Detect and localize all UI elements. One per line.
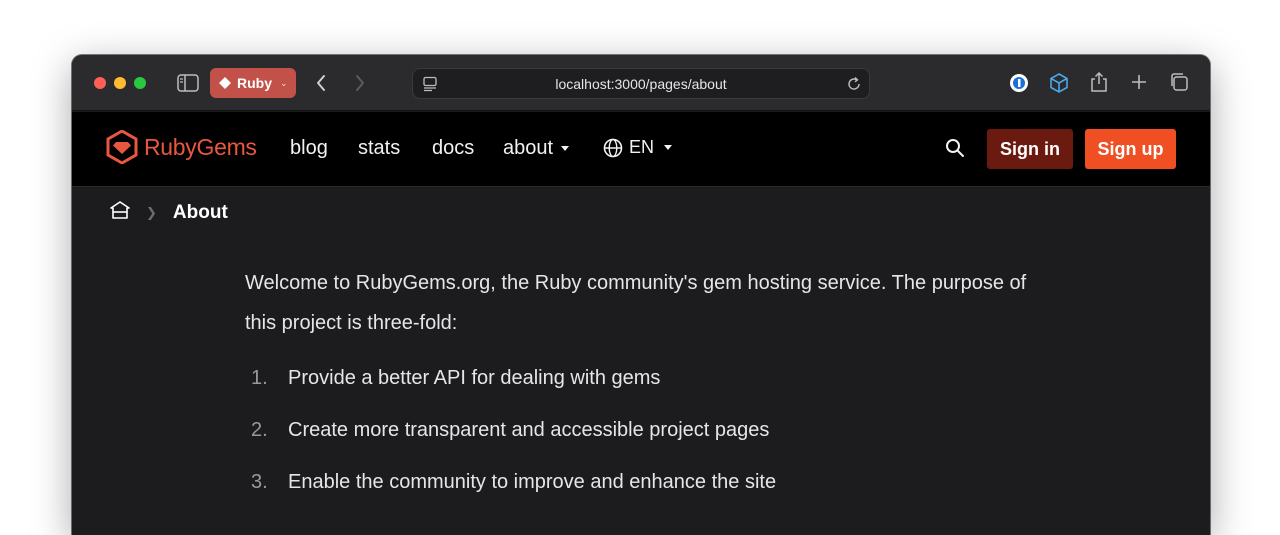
browser-window: Ruby ⌄ localhost:3000/pages/about RubyGe… [72,55,1210,535]
tab-group-label: Ruby [237,75,272,91]
sign-up-button[interactable]: Sign up [1085,129,1176,169]
list-item: 2. Create more transparent and accessibl… [245,419,1045,471]
list-number: 3. [251,471,268,493]
rubygems-logo[interactable]: RubyGems [106,130,257,164]
search-icon[interactable] [944,137,966,159]
chevron-left-icon [317,75,325,91]
back-button[interactable] [310,72,332,94]
logo-text: RubyGems [144,133,257,160]
browser-toolbar: Ruby ⌄ localhost:3000/pages/about [72,55,1210,111]
list-number: 1. [251,367,268,389]
list-text: Enable the community to improve and enha… [288,471,777,493]
purpose-list: 1. Provide a better API for dealing with… [245,367,1045,523]
ruby-gem-icon [219,77,231,89]
list-item: 3. Enable the community to improve and e… [245,471,1045,523]
chevron-right-icon [356,75,364,91]
close-window-button[interactable] [94,77,106,89]
caret-down-icon [561,146,570,151]
page-content: ❯ About Welcome to RubyGems.org, the Rub… [72,187,1210,535]
sign-in-button[interactable]: Sign in [987,129,1073,169]
sidebar-toggle-icon[interactable] [176,72,200,94]
list-item: 1. Provide a better API for dealing with… [245,367,1045,419]
nav-stats-link[interactable]: stats [358,137,400,160]
password-extension-icon[interactable] [1007,71,1031,95]
breadcrumb-current: About [172,201,228,223]
rubygems-logo-icon [106,130,138,164]
breadcrumb-separator-icon: ❯ [146,204,157,220]
nav-docs-link[interactable]: docs [432,137,474,160]
cube-extension-icon[interactable] [1047,71,1071,95]
url-text: localhost:3000/pages/about [555,76,727,92]
site-header: RubyGems blog stats docs about EN Sign i… [72,112,1210,187]
home-icon[interactable] [110,201,130,224]
share-icon[interactable] [1088,70,1110,94]
zoom-window-button[interactable] [134,77,146,89]
globe-icon [603,138,623,157]
list-text: Create more transparent and accessible p… [288,419,770,441]
address-bar[interactable]: localhost:3000/pages/about [412,68,870,99]
breadcrumb: ❯ About [110,201,228,224]
list-number: 2. [251,419,268,441]
caret-down-icon [664,145,673,150]
tab-group-button[interactable]: Ruby ⌄ [210,68,296,98]
language-selector[interactable]: EN [603,137,673,158]
tab-overview-icon[interactable] [1168,71,1190,93]
nav-about-dropdown[interactable]: about [503,137,570,160]
list-text: Provide a better API for dealing with ge… [288,367,661,389]
forward-button[interactable] [349,72,371,94]
new-tab-icon[interactable] [1128,71,1150,93]
intro-paragraph: Welcome to RubyGems.org, the Ruby commun… [245,272,1027,334]
chevron-down-icon: ⌄ [280,77,288,88]
nav-about-label: about [503,137,554,159]
nav-blog-link[interactable]: blog [290,137,328,160]
language-label: EN [629,137,655,157]
minimize-window-button[interactable] [114,77,126,89]
reload-icon[interactable] [845,75,863,93]
